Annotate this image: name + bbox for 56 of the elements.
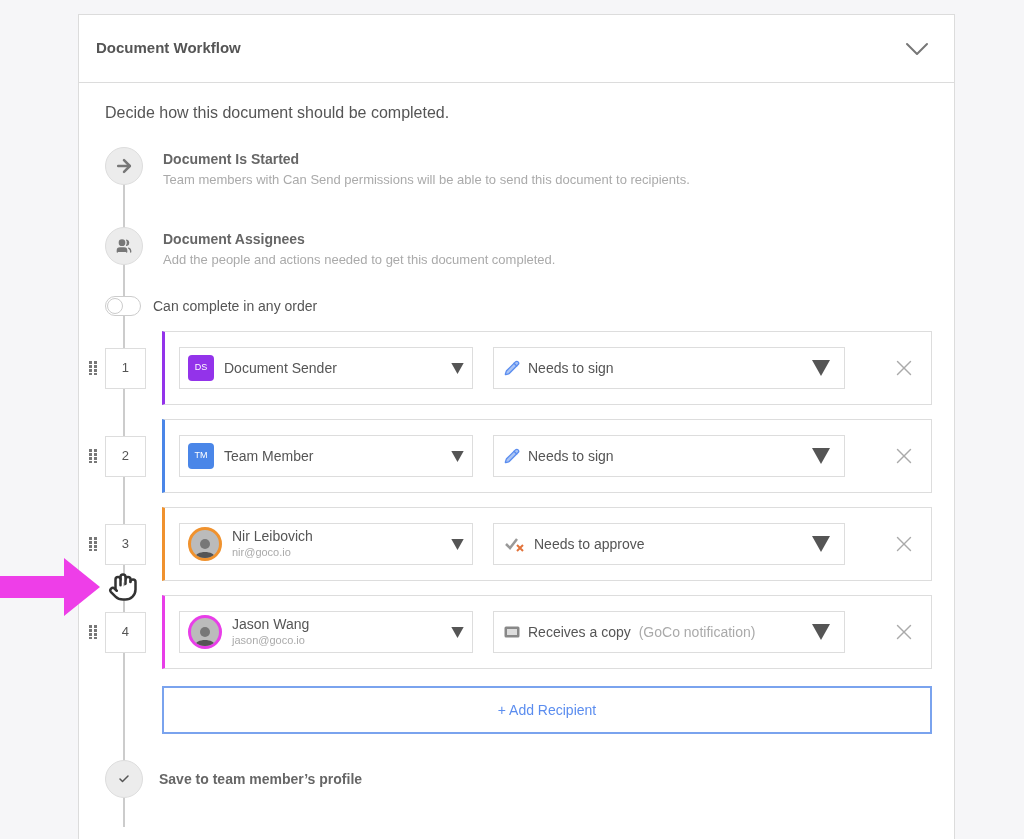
action-select[interactable]: Needs to sign [493,347,845,389]
toggle-label: Can complete in any order [153,296,318,316]
action-note: (GoCo notification) [638,622,756,642]
caret-icon [812,624,830,640]
caret-icon [451,538,464,550]
action-label: Needs to sign [528,358,614,378]
action-label: Needs to sign [528,446,614,466]
recipient-email: jason@goco.io [232,633,306,648]
pencil-icon [504,448,520,464]
panel-title: Document Workflow [96,38,241,59]
recipient-email: nir@goco.io [232,545,292,560]
drag-handle-icon[interactable] [89,449,97,463]
recipient-select[interactable]: Jason Wang jason@goco.io [179,611,473,653]
card-icon [504,626,520,638]
recipient-name: Jason Wang [232,616,311,632]
recipient-select[interactable]: DS Document Sender [179,347,473,389]
caret-icon [451,626,464,638]
caret-icon [812,536,830,552]
drag-handle-icon[interactable] [89,361,97,375]
order-toggle[interactable] [105,296,141,316]
step-title: Save to team member’s profile [159,769,363,789]
avatar [188,615,222,649]
initials-badge: TM [188,443,214,469]
recipient-select[interactable]: Nir Leibovich nir@goco.io [179,523,473,565]
recipient-select[interactable]: TM Team Member [179,435,473,477]
order-number: 3 [105,523,146,565]
recipient-name: Team Member [224,448,315,464]
initials-badge: DS [188,355,214,381]
action-select[interactable]: Needs to approve [493,523,845,565]
drag-handle-icon[interactable] [89,625,97,639]
step-title: Document Is Started [163,150,301,169]
order-number: 2 [105,435,146,477]
recipient-name: Document Sender [224,360,338,376]
order-number: 1 [105,347,146,389]
action-label: Needs to approve [534,534,645,554]
action-select[interactable]: Receives a copy (GoCo notification) [493,611,845,653]
intro-text: Decide how this document should be completed. [105,103,451,123]
caret-icon [812,360,830,376]
caret-icon [451,362,464,374]
action-label: Receives a copy [528,622,631,642]
step-description: Team members with Can Send permissions will be able to send this document to recipients. [163,171,690,189]
pencil-icon [504,360,520,376]
step-description: Add the people and actions needed to get this document completed. [163,251,556,269]
action-select[interactable]: Needs to sign [493,435,845,477]
recipient-name: Nir Leibovich [232,528,314,544]
check-icon [118,773,130,785]
order-number: 4 [105,611,146,653]
people-icon [116,238,132,254]
caret-icon [812,448,830,464]
check-cross-icon [504,536,526,552]
avatar [188,527,222,561]
hand-cursor-icon [108,572,138,602]
drag-handle-icon[interactable] [89,537,97,551]
step-title: Document Assignees [163,230,306,249]
pointing-arrow-icon [0,558,100,616]
caret-icon [451,450,464,462]
